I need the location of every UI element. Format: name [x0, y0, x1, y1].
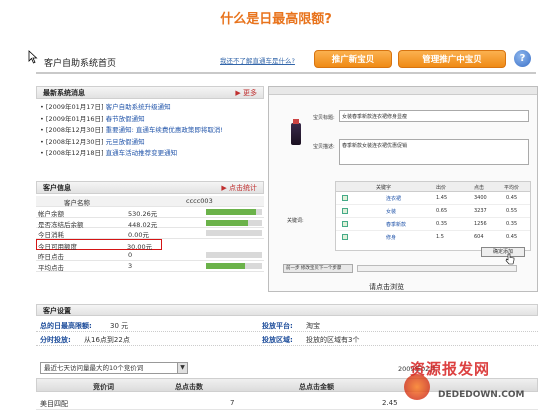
keyword-row: 连衣裙 1.45 3400 0.45: [336, 192, 530, 205]
usage-bar: [206, 251, 262, 258]
settings-panel: 总的日最高限额: 30 元 投放平台: 淘宝 分时投放: 从16点到22点 投放…: [36, 318, 538, 346]
time-value: 从16点到22点: [84, 336, 130, 344]
settings-header: 客户设置: [36, 304, 538, 316]
settings-row: 分时投放: 从16点到22点 投放区域: 投放的区域有3个: [36, 332, 538, 346]
daily-available-row-highlighted: 今日可用额度 30.00元: [36, 239, 162, 251]
news-item[interactable]: • [2009年01月17日] 客户自助系统升级通知: [36, 101, 264, 113]
settings-header-label: 客户设置: [43, 307, 71, 315]
region-label: 投放区域:: [262, 336, 293, 344]
news-header-label: 最新系统消息: [43, 89, 85, 97]
preview-screenshot: 宝贝标题: 女装春季新款连衣裙修身显瘦 宝贝描述: 春季新款女装连衣裙优惠促销 …: [268, 86, 538, 292]
platform-label: 投放平台:: [262, 322, 293, 330]
keyword-checkbox[interactable]: [342, 221, 348, 227]
click-stats-link[interactable]: ▶ 点击统计: [221, 182, 257, 194]
promote-new-button[interactable]: 推广新宝贝: [314, 50, 392, 68]
help-icon[interactable]: ?: [514, 50, 531, 67]
customer-info-label: 客户信息: [43, 184, 71, 192]
news-item[interactable]: • [2008年12月30日] 元旦放假通知: [36, 136, 264, 148]
title-input[interactable]: 女装春季新款连衣裙修身显瘦: [339, 110, 529, 122]
news-header: 最新系统消息 ▶ 更多: [36, 86, 264, 99]
info-row: 是否冻结后余额 448.02元: [36, 218, 264, 229]
keyword-row: 女装 0.65 3237 0.55: [336, 205, 530, 218]
region-value: 投放的区域有3个: [306, 336, 360, 344]
desc-label: 宝贝描述:: [313, 144, 335, 150]
scrollbar[interactable]: [357, 265, 517, 272]
info-row: 平均点击 3: [36, 261, 264, 272]
keyword-table: 关键字 出价 点击 平均价 连衣裙 1.45 3400 0.45 女装 0.65…: [335, 181, 531, 251]
pointer-hand-icon: [505, 253, 515, 265]
news-item[interactable]: • [2008年12月30日] 重要通知: 直通车续费优惠政策即将取消!: [36, 124, 264, 136]
info-row: 客户名称 cccc003: [36, 196, 264, 207]
desc-input[interactable]: 春季新款女装连衣裙优惠促销: [339, 139, 529, 165]
news-more-link[interactable]: ▶ 更多: [235, 87, 257, 99]
keyword-checkbox[interactable]: [342, 234, 348, 240]
daily-limit-value: 30 元: [110, 322, 129, 330]
keyword-row: 修身 1.5 604 0.45: [336, 231, 530, 244]
prev-step-bar[interactable]: 前一步 修改宝贝下一个步骤: [283, 264, 353, 273]
keyword-checkbox[interactable]: [342, 195, 348, 201]
usage-bar: [206, 208, 262, 215]
settings-row: 总的日最高限额: 30 元 投放平台: 淘宝: [36, 318, 538, 332]
daily-limit-label: 总的日最高限额:: [40, 322, 92, 330]
keywords-label: 关键词:: [287, 218, 304, 224]
keyword-checkbox[interactable]: [342, 208, 348, 214]
title-label: 宝贝标题:: [313, 115, 335, 121]
page-title: 客户自助系统首页: [44, 59, 117, 69]
manage-promoted-button[interactable]: 管理推广中宝贝: [398, 50, 506, 68]
info-row: 昨日点击 0: [36, 250, 264, 261]
news-item[interactable]: • [2008年12月18日] 直通车活动推荐变更通知: [36, 147, 264, 159]
customer-info-header: 客户信息 ▶ 点击统计: [36, 181, 264, 194]
confirm-add-button[interactable]: 确定添加: [481, 247, 525, 257]
time-label: 分时投放:: [40, 336, 71, 344]
platform-value: 淘宝: [306, 322, 320, 330]
chevron-down-icon: ▼: [177, 363, 187, 373]
info-row: 帐户余额 530.26元: [36, 207, 264, 218]
preview-caption[interactable]: 请点击浏览: [369, 282, 404, 292]
site-watermark: 资源报发网 DEDEDOWN.COM: [392, 356, 552, 416]
keyword-range-dropdown[interactable]: 最近七天访问量最大的10个竞价词 ▼: [40, 362, 188, 374]
news-list: • [2009年01月17日] 客户自助系统升级通知 • [2009年01月16…: [36, 101, 264, 159]
keyword-row: 春季新款 0.35 1256 0.35: [336, 218, 530, 231]
product-thumbnail: [291, 123, 301, 145]
info-row: 今日消耗 0.00元: [36, 228, 264, 239]
usage-bar: [206, 262, 262, 269]
page-heading: 什么是日最高限额?: [220, 12, 332, 27]
usage-bar: [206, 219, 262, 226]
top-bar: 客户自助系统首页 我还不了解直通车是什么? 推广新宝贝 管理推广中宝贝 ?: [36, 50, 536, 74]
usage-bar: [206, 230, 262, 237]
customer-info-table: 客户名称 cccc003 帐户余额 530.26元 是否冻结后余额 448.02…: [36, 196, 264, 272]
help-link[interactable]: 我还不了解直通车是什么?: [220, 55, 295, 65]
news-item[interactable]: • [2009年01月16日] 春节放假通知: [36, 113, 264, 125]
